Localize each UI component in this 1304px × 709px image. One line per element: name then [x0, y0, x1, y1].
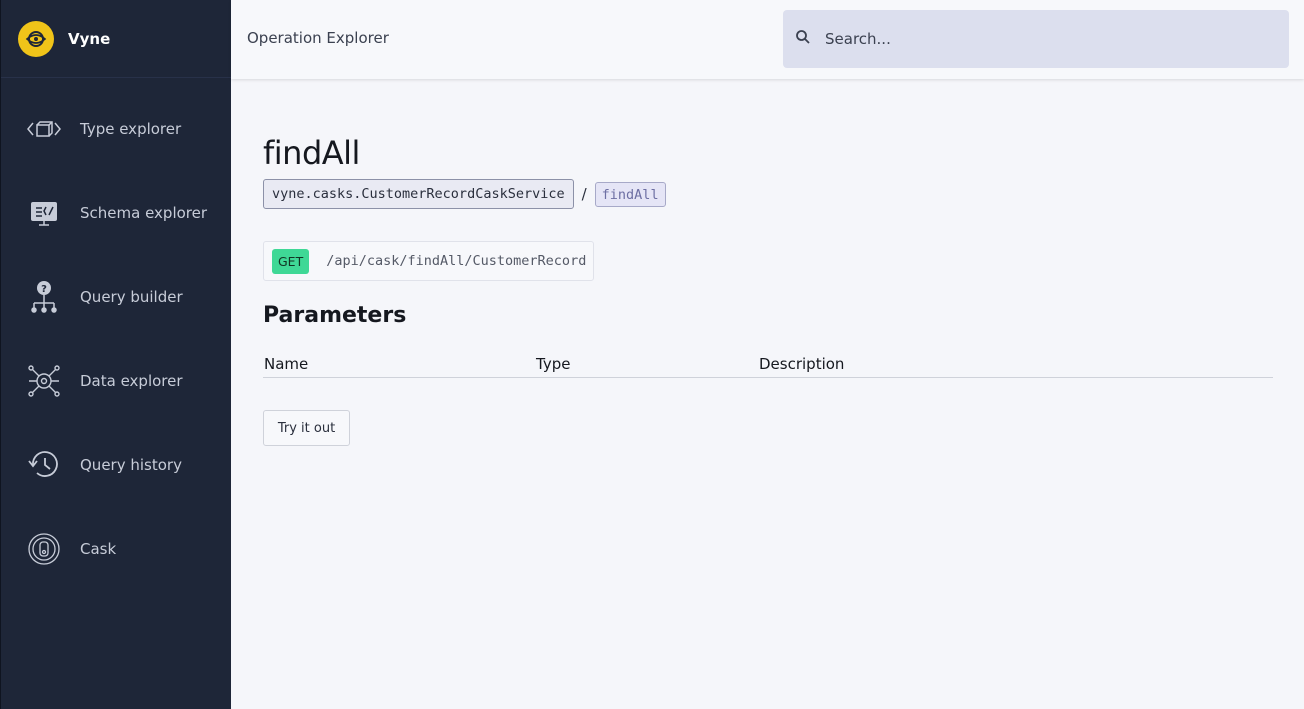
operation-chip: findAll — [594, 181, 666, 207]
operation-title: findAll — [263, 134, 360, 172]
search-icon — [795, 29, 811, 49]
data-explorer-icon — [25, 362, 63, 400]
sidebar-item-schema-explorer[interactable]: Schema explorer — [1, 183, 232, 243]
query-builder-icon: ? — [25, 278, 63, 316]
sidebar: Vyne Type explorer Schema explorer ? Que… — [0, 0, 231, 709]
sidebar-item-data-explorer[interactable]: Data explorer — [1, 351, 232, 411]
column-header-type: Type — [536, 355, 571, 373]
breadcrumb: vyne.casks.CustomerRecordCaskService / f… — [263, 179, 666, 209]
sidebar-item-label: Query history — [80, 456, 182, 474]
parameters-heading: Parameters — [263, 303, 407, 328]
try-it-out-button[interactable]: Try it out — [263, 410, 350, 446]
column-header-name: Name — [264, 355, 309, 373]
http-method-badge: GET — [272, 248, 310, 274]
vyne-logo-icon — [18, 20, 54, 57]
search-box[interactable] — [783, 10, 1289, 68]
sidebar-item-label: Data explorer — [80, 372, 183, 390]
top-bar: Operation Explorer — [231, 0, 1304, 79]
sidebar-item-label: Type explorer — [80, 120, 182, 138]
parameters-table-header: Name Type Description — [263, 355, 1273, 378]
type-explorer-icon — [25, 110, 63, 148]
schema-explorer-icon — [25, 194, 63, 232]
column-header-description: Description — [759, 355, 845, 373]
page-header-title: Operation Explorer — [247, 29, 389, 47]
cask-icon — [25, 530, 63, 568]
sidebar-item-query-history[interactable]: Query history — [1, 435, 232, 495]
endpoint-box: GET /api/cask/findAll/CustomerRecord — [263, 241, 594, 281]
sidebar-item-label: Query builder — [80, 288, 183, 306]
brand[interactable]: Vyne — [1, 0, 231, 78]
service-chip[interactable]: vyne.casks.CustomerRecordCaskService — [263, 179, 574, 209]
sidebar-item-label: Cask — [80, 540, 117, 558]
breadcrumb-separator: / — [581, 185, 587, 203]
sidebar-item-label: Schema explorer — [80, 204, 208, 222]
sidebar-item-type-explorer[interactable]: Type explorer — [1, 99, 232, 159]
sidebar-item-query-builder[interactable]: ? Query builder — [1, 267, 232, 327]
svg-text:?: ? — [41, 284, 47, 295]
app-name: Vyne — [68, 29, 111, 48]
endpoint-path: /api/cask/findAll/CustomerRecord — [326, 253, 587, 269]
sidebar-item-cask[interactable]: Cask — [1, 519, 232, 579]
history-icon — [25, 446, 63, 484]
search-input[interactable] — [825, 30, 1265, 48]
